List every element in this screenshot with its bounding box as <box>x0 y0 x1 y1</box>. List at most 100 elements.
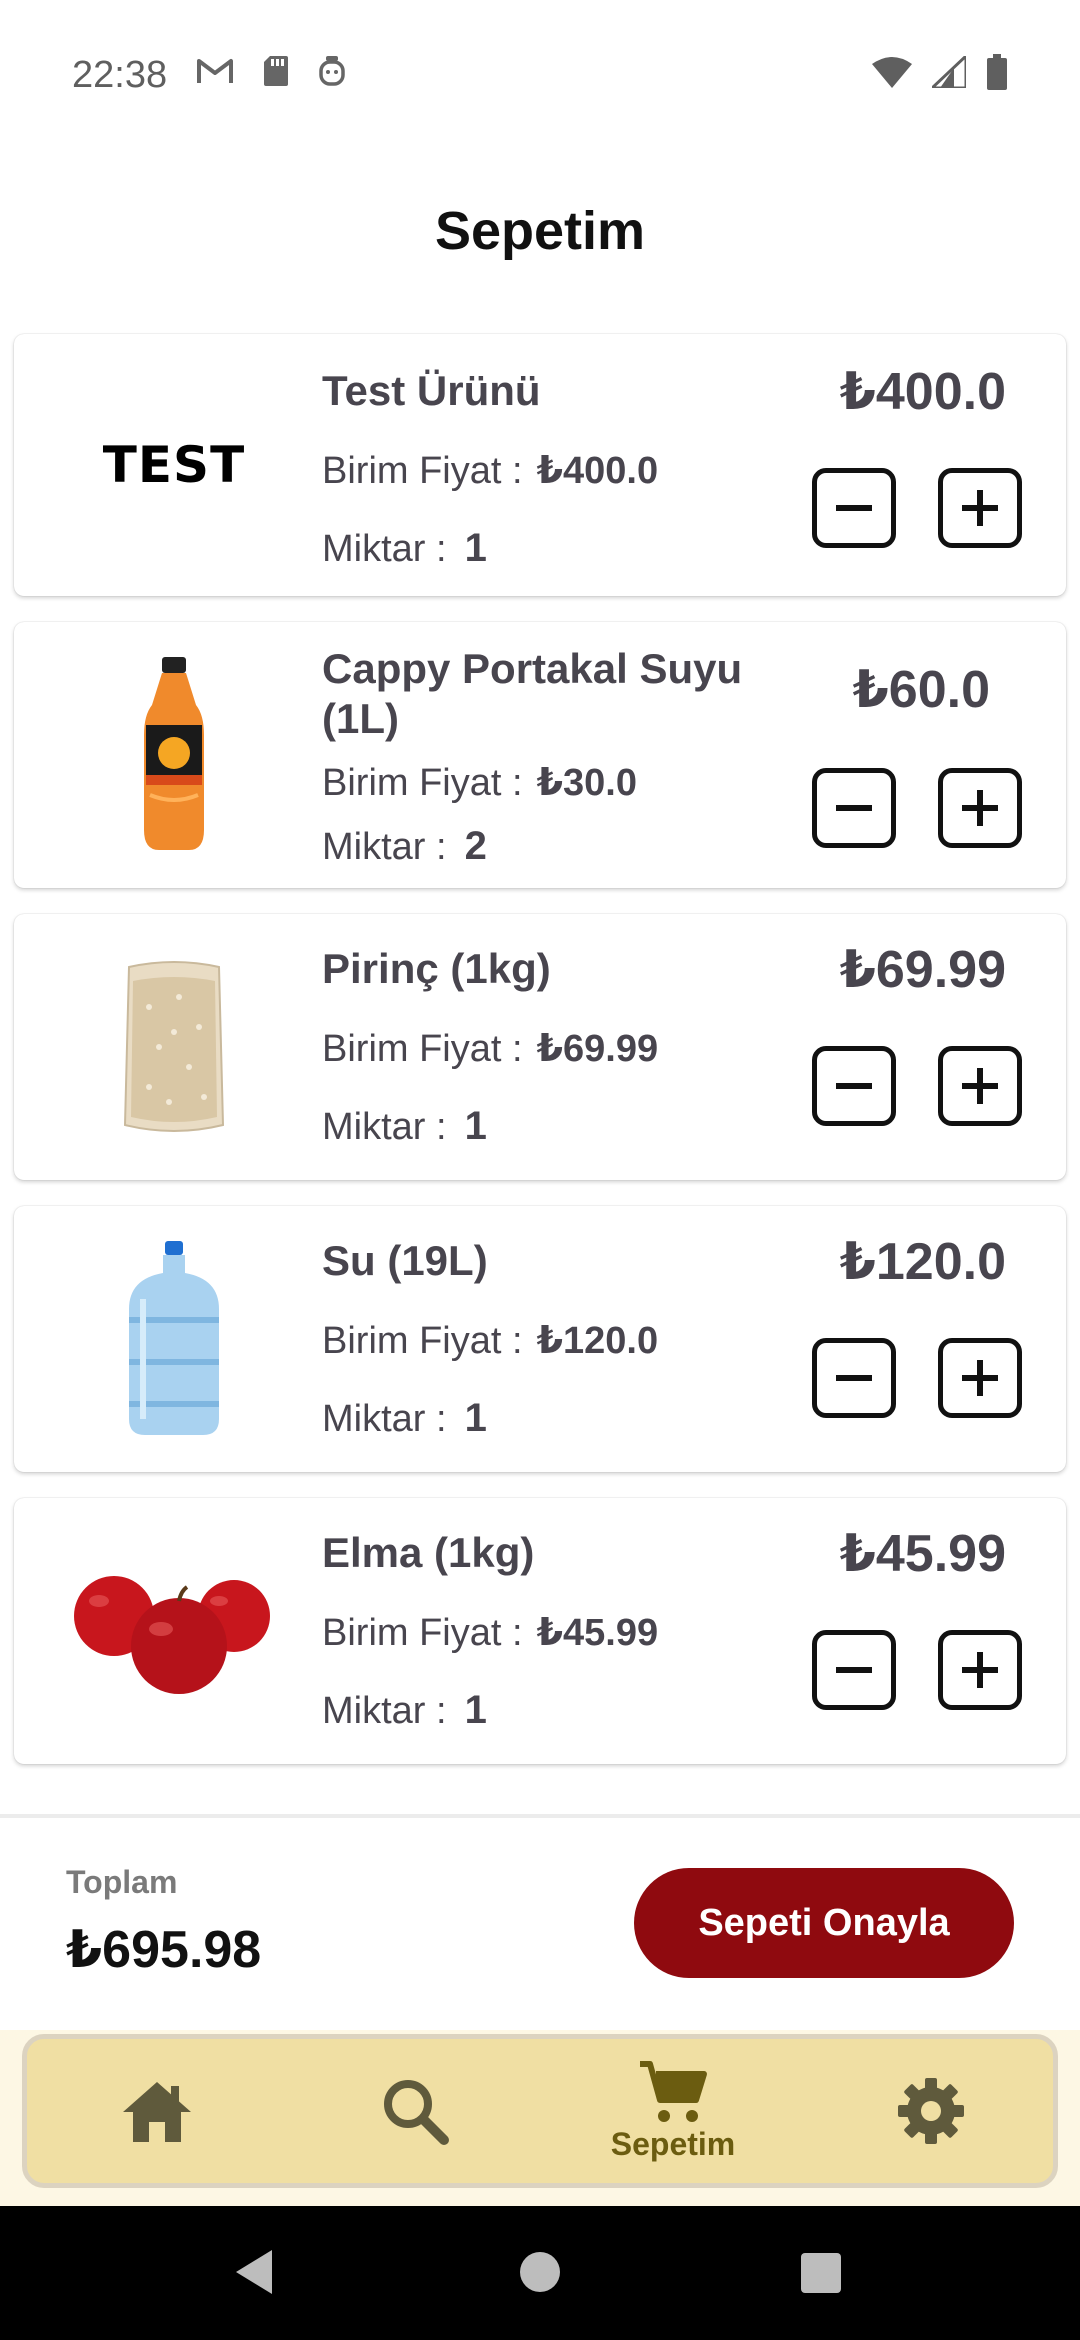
minus-icon <box>836 1083 872 1089</box>
cart-item: Elma (1kg) Birim Fiyat : ₺45.99 Miktar : 1… <box>14 1498 1066 1764</box>
decrease-quantity-button[interactable] <box>812 1046 896 1126</box>
increase-quantity-button[interactable] <box>938 1338 1022 1418</box>
increase-quantity-button[interactable] <box>938 768 1022 848</box>
nav-item-search[interactable] <box>325 2039 505 2183</box>
product-name: Su (19L) <box>322 1237 488 1284</box>
nav-label-cart: Sepetim <box>610 2125 736 2162</box>
nav-item-cart[interactable]: Sepetim <box>583 2039 763 2183</box>
quantity-value: 1 <box>464 1396 487 1440</box>
assistant-icon <box>319 56 345 86</box>
quantity-row: Miktar : 1 <box>322 1104 487 1149</box>
increase-quantity-button[interactable] <box>938 1046 1022 1126</box>
plus-icon <box>962 1068 998 1104</box>
decrease-quantity-button[interactable] <box>812 768 896 848</box>
sd-card-icon <box>264 56 288 86</box>
decrease-quantity-button[interactable] <box>812 1338 896 1418</box>
item-total-price: ₺120.0 <box>839 1233 1006 1291</box>
product-name: Pirinç (1kg) <box>322 945 551 992</box>
test-logo: TEST <box>102 436 246 494</box>
increase-quantity-button[interactable] <box>938 1630 1022 1710</box>
decrease-quantity-button[interactable] <box>812 468 896 548</box>
unit-price-value: ₺120.0 <box>536 1320 659 1362</box>
product-image-water <box>44 1239 304 1439</box>
unit-price-value: ₺45.99 <box>536 1612 659 1654</box>
increase-quantity-button[interactable] <box>938 468 1022 548</box>
unit-price-label: Birim Fiyat : <box>322 1320 523 1362</box>
status-time: 22:38 <box>72 54 168 96</box>
item-total-price: ₺45.99 <box>839 1525 1006 1583</box>
product-image-apples <box>44 1531 304 1731</box>
unit-price-row: Birim Fiyat : ₺69.99 <box>322 1026 658 1071</box>
product-name: Test Ürünü <box>322 367 541 414</box>
minus-icon <box>836 1375 872 1381</box>
cart-summary: Toplam ₺695.98 Sepeti Onayla <box>0 1818 1080 2030</box>
unit-price-label: Birim Fiyat : <box>322 450 523 492</box>
unit-price-value: ₺400.0 <box>536 450 659 492</box>
unit-price-row: Birim Fiyat : ₺30.0 <box>322 760 637 805</box>
product-name: Cappy Portakal Suyu (1L) <box>322 645 743 742</box>
plus-icon <box>962 1652 998 1688</box>
system-navigation-bar <box>0 2206 1080 2340</box>
status-notification-icons <box>196 54 346 88</box>
plus-icon <box>962 1360 998 1396</box>
page-title: Sepetim <box>434 201 646 261</box>
item-total-price: ₺69.99 <box>839 941 1006 999</box>
cart-item: Su (19L) Birim Fiyat : ₺120.0 Miktar : 1 ₺… <box>14 1206 1066 1472</box>
unit-price-label: Birim Fiyat : <box>322 1612 523 1654</box>
status-bar: 22:38 <box>0 0 1080 150</box>
signal-icon <box>932 56 966 88</box>
cart-item: Pirinç (1kg) Birim Fiyat : ₺69.99 Miktar … <box>14 914 1066 1180</box>
cart-icon <box>640 2060 707 2122</box>
plus-icon <box>962 490 998 526</box>
gear-icon <box>898 2078 964 2144</box>
item-total-price: ₺60.0 <box>852 661 990 719</box>
quantity-value: 2 <box>464 824 487 868</box>
nav-item-settings[interactable] <box>841 2039 1021 2183</box>
back-icon[interactable] <box>234 2248 276 2296</box>
minus-icon <box>836 805 872 811</box>
unit-price-row: Birim Fiyat : ₺120.0 <box>322 1318 658 1363</box>
item-total-price: ₺400.0 <box>839 363 1006 421</box>
decrease-quantity-button[interactable] <box>812 1630 896 1710</box>
minus-icon <box>836 1667 872 1673</box>
home-circle-icon[interactable] <box>518 2250 562 2294</box>
quantity-row: Miktar : 1 <box>322 1688 487 1733</box>
quantity-label: Miktar : <box>322 1398 447 1440</box>
rice-bag <box>123 961 225 1132</box>
unit-price-label: Birim Fiyat : <box>322 762 523 804</box>
quantity-label: Miktar : <box>322 528 447 570</box>
recents-icon[interactable] <box>800 2252 842 2294</box>
wifi-icon <box>872 57 912 88</box>
unit-price-row: Birim Fiyat : ₺400.0 <box>322 448 658 493</box>
quantity-label: Miktar : <box>322 1106 447 1148</box>
unit-price-row: Birim Fiyat : ₺45.99 <box>322 1610 658 1655</box>
cart-item: TEST Test Ürünü Birim Fiyat : ₺400.0 Mikt… <box>14 334 1066 596</box>
cart-item: Cappy Portakal Suyu (1L) Birim Fiyat : ₺3… <box>14 622 1066 888</box>
confirm-cart-button[interactable]: Sepeti Onayla <box>634 1868 1014 1978</box>
product-image-test: TEST <box>44 365 304 565</box>
bottom-nav: Sepetim <box>22 2034 1058 2188</box>
unit-price-value: ₺69.99 <box>536 1028 659 1070</box>
product-image-rice <box>44 947 304 1147</box>
total-label: Toplam <box>66 1864 178 1900</box>
bottom-nav-container: Sepetim <box>0 2030 1080 2206</box>
home-icon <box>123 2082 191 2142</box>
plus-icon <box>962 790 998 826</box>
quantity-value: 1 <box>464 1688 487 1732</box>
nav-item-home[interactable] <box>67 2039 247 2183</box>
search-icon <box>384 2080 449 2145</box>
product-name: Elma (1kg) <box>322 1529 535 1576</box>
total-value: ₺695.98 <box>66 1921 262 1979</box>
unit-price-value: ₺30.0 <box>536 762 637 804</box>
quantity-row: Miktar : 2 <box>322 824 487 869</box>
battery-icon <box>987 54 1007 90</box>
gmail-icon <box>197 59 233 83</box>
quantity-value: 1 <box>464 1104 487 1148</box>
apples <box>74 1576 270 1694</box>
unit-price-label: Birim Fiyat : <box>322 1028 523 1070</box>
quantity-label: Miktar : <box>322 826 447 868</box>
status-system-icons <box>872 54 1008 90</box>
orange-juice-bottle <box>144 657 204 850</box>
quantity-label: Miktar : <box>322 1690 447 1732</box>
minus-icon <box>836 505 872 511</box>
